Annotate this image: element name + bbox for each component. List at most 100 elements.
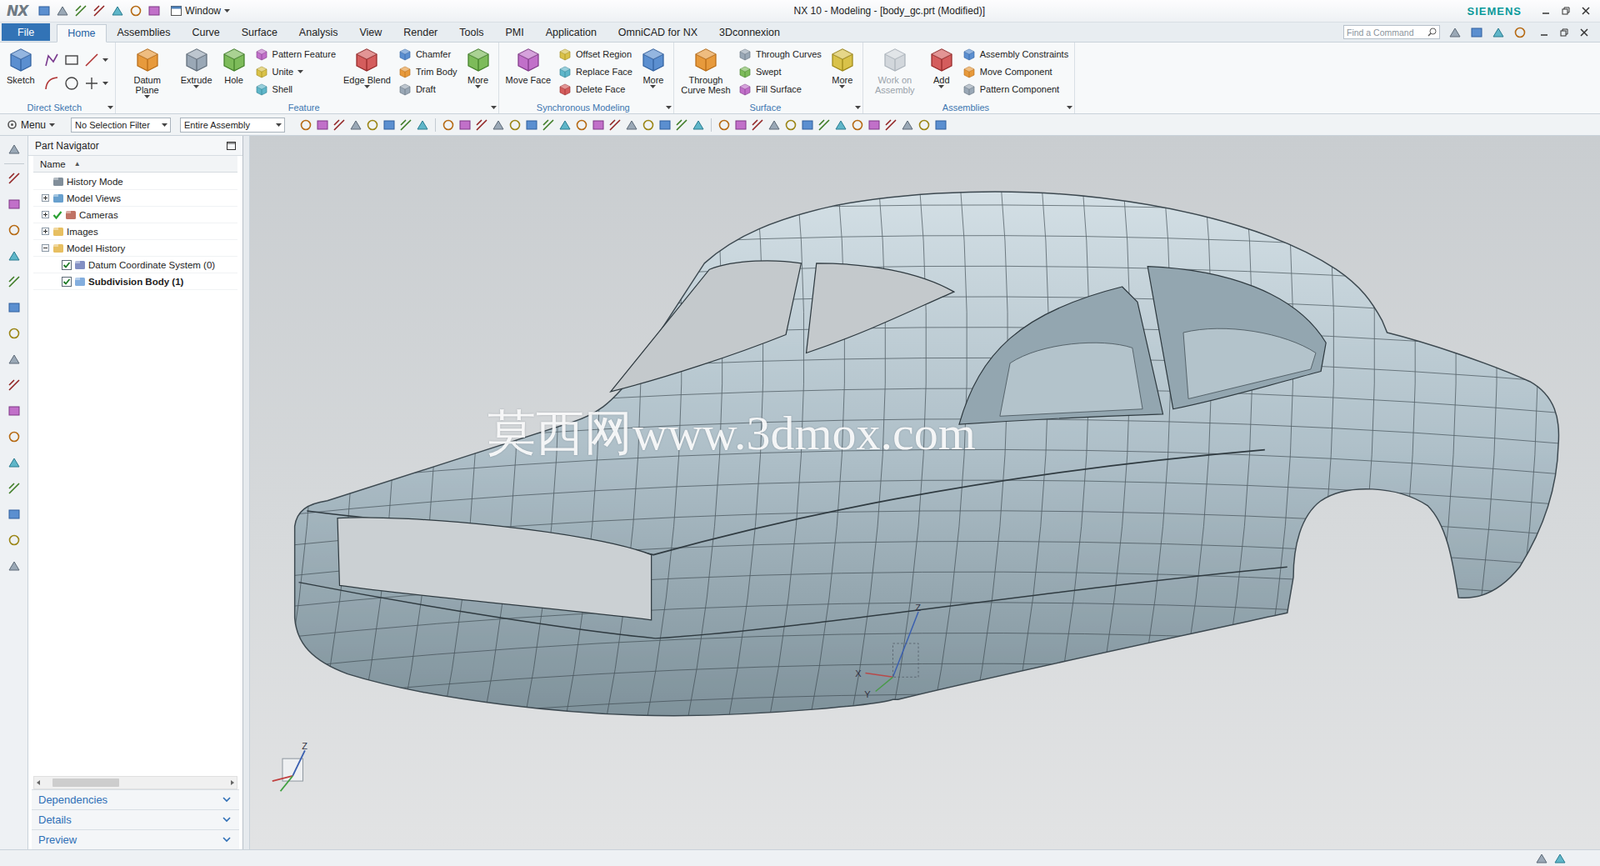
ribbon-tab[interactable]: Analysis [288,23,350,42]
ribbon-small-button[interactable]: Pattern Feature [255,45,336,62]
selection-tool-icon[interactable] [299,118,313,132]
navigator-section[interactable]: Preview [31,829,240,850]
ribbon-tab[interactable]: Curve [180,23,230,42]
scroll-left-icon[interactable] [34,778,43,787]
resource-tab-icon[interactable] [7,404,21,418]
ribbon-small-button[interactable]: Through Curves [738,45,822,62]
help-toolbar-icon[interactable] [1448,25,1462,40]
ribbon-small-button[interactable]: Unite [255,63,336,80]
resource-tab-icon[interactable] [7,507,21,521]
resource-tab-icon[interactable] [7,326,21,340]
ribbon-large-button[interactable]: More [636,45,670,90]
selection-tool-icon[interactable] [491,118,505,132]
selection-tool-icon[interactable] [817,118,831,132]
selection-tool-icon[interactable] [834,118,848,132]
ribbon-small-button[interactable]: Pattern Component [962,80,1069,97]
collapse-icon[interactable] [41,244,50,252]
sketch-curve-icon[interactable] [83,75,100,92]
scroll-right-icon[interactable] [228,778,237,787]
ribbon-small-button[interactable]: Delete Face [558,80,633,97]
selection-tool-icon[interactable] [441,118,455,132]
selection-tool-icon[interactable] [900,118,915,132]
file-menu-button[interactable]: File [1,23,50,41]
group-options-icon[interactable] [665,105,672,110]
dropdown-arrow-icon[interactable] [364,85,370,89]
model-canvas[interactable]: ZXYZ [250,135,1600,850]
selection-filter-dropdown[interactable]: No Selection Filter [70,117,171,133]
ribbon-large-button[interactable]: Through Curve Mesh [677,45,735,96]
resource-tab-icon[interactable] [7,378,21,392]
ribbon-tab[interactable]: Application [535,23,608,42]
tree-row[interactable]: History Mode [33,173,238,190]
selection-tool-icon[interactable] [332,118,346,132]
selection-tool-icon[interactable] [458,118,472,132]
ribbon-tab[interactable]: Render [392,23,449,42]
ribbon-large-button[interactable]: Datum Plane [119,45,176,100]
resource-tab-icon[interactable] [7,223,21,237]
tree-row[interactable]: Subdivision Body (1) [33,273,238,290]
expand-icon[interactable] [41,210,50,219]
menu-button[interactable]: Menu [6,119,67,131]
selection-tool-icon[interactable] [800,118,815,132]
resource-tab-icon[interactable] [7,300,21,315]
quick-access-icon[interactable] [110,4,125,18]
ribbon-large-button[interactable]: Hole [217,45,251,86]
dropdown-arrow-icon[interactable] [224,9,230,13]
quick-access-icon[interactable] [147,4,161,18]
resource-tab-icon[interactable] [7,171,21,185]
graphics-window[interactable]: ZXYZ莫西网www.3dmox.com [250,135,1600,850]
selection-tool-icon[interactable] [399,118,413,132]
ribbon-tab[interactable]: Assemblies [106,23,182,42]
ribbon-small-button[interactable]: Shell [255,80,336,97]
resource-tab-icon[interactable] [7,455,21,470]
selection-tool-icon[interactable] [691,118,705,132]
ribbon-tab[interactable]: View [348,23,393,42]
selection-tool-icon[interactable] [867,118,881,132]
dropdown-arrow-icon[interactable] [144,95,150,99]
group-options-icon[interactable] [1066,105,1073,110]
selection-tool-icon[interactable] [508,118,522,132]
quick-access-icon[interactable] [92,4,106,18]
resource-tab-icon[interactable] [7,142,21,156]
close-icon[interactable] [1580,28,1589,37]
selection-filter-dropdown[interactable]: Entire Assembly [180,117,285,133]
selection-tool-icon[interactable] [349,118,363,132]
visibility-checkbox[interactable] [61,276,72,287]
command-search[interactable] [1343,25,1440,40]
group-options-icon[interactable] [490,105,497,110]
dropdown-arrow-icon[interactable] [49,123,55,127]
horizontal-scrollbar[interactable] [33,775,238,790]
sketch-curve-icon[interactable] [43,51,60,69]
ribbon-large-button[interactable]: Edge Blend [340,45,395,90]
restore-icon[interactable] [1561,6,1570,15]
resource-tab-icon[interactable] [7,430,21,444]
resource-tab-icon[interactable] [7,275,21,289]
dropdown-arrow-icon[interactable] [102,81,109,85]
expand-icon[interactable] [222,796,231,803]
tick-icon[interactable] [52,210,63,220]
minimize-icon[interactable] [1540,28,1549,37]
resource-tab-icon[interactable] [7,197,21,211]
selection-tool-icon[interactable] [475,118,489,132]
ribbon-tab[interactable]: 3Dconnexion [708,23,791,42]
group-options-icon[interactable] [855,105,861,110]
sketch-curve-icon[interactable] [63,75,80,92]
tree-row[interactable]: Images [33,223,238,240]
quick-access-icon[interactable] [37,4,51,18]
status-icon[interactable] [1553,851,1567,865]
dropdown-arrow-icon[interactable] [193,85,200,89]
dropdown-arrow-icon[interactable] [839,85,845,89]
scrollbar-thumb[interactable] [52,778,120,787]
selection-tool-icon[interactable] [558,118,572,132]
restore-icon[interactable] [1560,28,1569,37]
help-toolbar-icon[interactable] [1491,25,1505,40]
selection-tool-icon[interactable] [575,118,589,132]
selection-tool-icon[interactable] [365,118,380,132]
panel-splitter[interactable] [243,135,250,850]
ribbon-large-button[interactable]: Move Face [502,45,555,86]
resource-tab-icon[interactable] [7,481,21,495]
ribbon-small-button[interactable]: Fill Surface [738,80,822,97]
selection-tool-icon[interactable] [884,118,898,132]
minimize-icon[interactable] [1541,6,1550,15]
ribbon-tab[interactable]: PMI [494,23,535,42]
